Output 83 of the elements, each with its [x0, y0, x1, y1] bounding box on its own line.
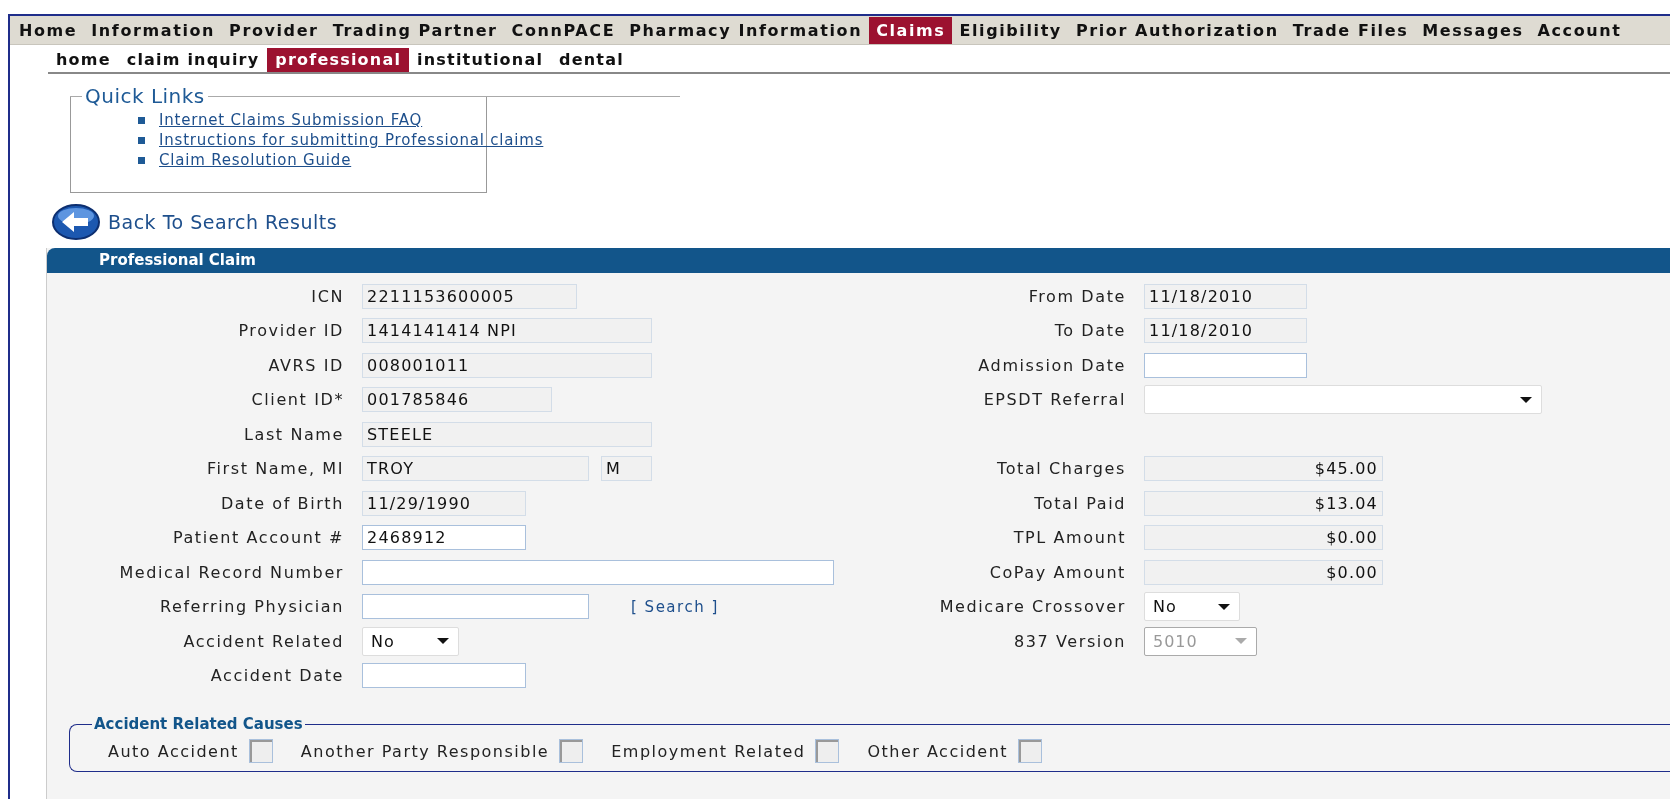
- caret-icon: [436, 637, 450, 646]
- field-label: Provider ID: [237, 321, 345, 341]
- text-field[interactable]: $0.00: [1144, 525, 1383, 551]
- text-field[interactable]: 11/18/2010: [1144, 283, 1307, 309]
- field-label: From Date: [1027, 286, 1127, 306]
- text-field[interactable]: 2468912: [362, 525, 526, 551]
- nav-tab[interactable]: ConnPACE: [504, 16, 623, 44]
- text-field[interactable]: $45.00: [1144, 456, 1383, 482]
- field-label: TPL Amount: [1012, 528, 1127, 548]
- nav-tab[interactable]: Trade Files: [1285, 16, 1416, 44]
- text-field[interactable]: TROY: [362, 456, 589, 482]
- text-field[interactable]: $13.04: [1144, 490, 1383, 516]
- field-label: CoPay Amount: [988, 562, 1127, 582]
- text-field[interactable]: STEELE: [362, 421, 652, 447]
- nav-tab[interactable]: Messages: [1415, 16, 1531, 44]
- field-label: Accident Date: [209, 666, 345, 686]
- field-label: Medical Record Number: [118, 562, 345, 582]
- text-field[interactable]: 008001011: [362, 352, 652, 378]
- text-field[interactable]: 2211153600005: [362, 283, 577, 309]
- panel-title: Professional Claim: [47, 248, 1670, 273]
- caret-icon: [1234, 637, 1248, 646]
- dropdown[interactable]: No: [1144, 592, 1240, 622]
- quick-link[interactable]: Claim Resolution Guide: [159, 151, 352, 169]
- bullet-icon: [138, 116, 145, 124]
- field-label: Patient Account #: [171, 528, 345, 548]
- text-field[interactable]: $0.00: [1144, 559, 1383, 585]
- field-label: ICN: [310, 286, 345, 306]
- sub-nav-tab[interactable]: dental: [551, 48, 632, 72]
- nav-tab[interactable]: Claims: [869, 16, 953, 44]
- checkbox[interactable]: [248, 739, 273, 763]
- sub-nav-tab[interactable]: claim inquiry: [118, 48, 268, 72]
- caret-icon: [1519, 395, 1533, 404]
- checkbox[interactable]: [559, 739, 584, 763]
- field-label: Total Paid: [1033, 493, 1127, 513]
- dropdown[interactable]: No: [362, 626, 459, 656]
- field-label: Total Charges: [996, 459, 1127, 479]
- quick-link[interactable]: Internet Claims Submission FAQ: [159, 111, 423, 129]
- quick-link[interactable]: Instructions for submitting Professional claims: [159, 131, 544, 149]
- bullet-icon: [138, 136, 145, 144]
- bullet-icon: [138, 156, 145, 164]
- field-label: First Name, MI: [205, 459, 345, 479]
- sub-nav-tab[interactable]: home: [48, 48, 119, 72]
- back-link[interactable]: Back To Search Results: [52, 204, 338, 240]
- text-field[interactable]: [362, 663, 526, 689]
- field-label: To Date: [1053, 321, 1127, 341]
- text-field[interactable]: [362, 559, 834, 585]
- checkbox-label: Employment Related: [611, 741, 806, 761]
- checkbox[interactable]: [815, 739, 840, 763]
- field-label: Date of Birth: [219, 493, 345, 513]
- nav-tab[interactable]: Account: [1530, 16, 1629, 44]
- nav-tab[interactable]: Trading Partner: [325, 16, 505, 44]
- field-label: 837 Version: [1012, 631, 1127, 651]
- caret-icon: [1217, 602, 1231, 611]
- field-label: Admission Date: [977, 355, 1127, 375]
- nav-tab[interactable]: Provider: [222, 16, 326, 44]
- field-label: Accident Related: [182, 631, 345, 651]
- text-field[interactable]: 001785846: [362, 387, 552, 413]
- sub-nav-tab[interactable]: institutional: [409, 48, 552, 72]
- field-label: Client ID*: [250, 390, 345, 410]
- search-link[interactable]: [ Search ]: [631, 597, 719, 616]
- dropdown[interactable]: [1144, 385, 1542, 415]
- field-label: Last Name: [242, 424, 345, 444]
- causes-title: Accident Related Causes: [93, 715, 304, 733]
- field-label: Referring Physician: [158, 597, 345, 617]
- field-label: Medicare Crossover: [938, 597, 1127, 617]
- text-field[interactable]: 11/29/1990: [362, 490, 526, 516]
- text-field[interactable]: 1414141414 NPI: [362, 318, 652, 344]
- checkbox-label: Auto Accident: [108, 741, 239, 761]
- nav-tab[interactable]: Eligibility: [952, 16, 1069, 44]
- text-field[interactable]: [362, 594, 589, 620]
- checkbox[interactable]: [1018, 739, 1043, 763]
- text-field[interactable]: [1144, 352, 1307, 378]
- field-label: AVRS ID: [267, 355, 345, 375]
- nav-tab[interactable]: Pharmacy Information: [622, 16, 870, 44]
- nav-tab[interactable]: Prior Authorization: [1068, 16, 1286, 44]
- nav-tab[interactable]: Information: [84, 16, 223, 44]
- field-label: EPSDT Referral: [982, 390, 1127, 410]
- nav-tab[interactable]: Home: [12, 16, 85, 44]
- sub-nav-tab[interactable]: professional: [267, 48, 410, 72]
- checkbox-label: Other Accident: [867, 741, 1009, 761]
- checkbox-label: Another Party Responsible: [300, 741, 550, 761]
- text-field[interactable]: M: [601, 456, 652, 482]
- text-field[interactable]: 11/18/2010: [1144, 318, 1307, 344]
